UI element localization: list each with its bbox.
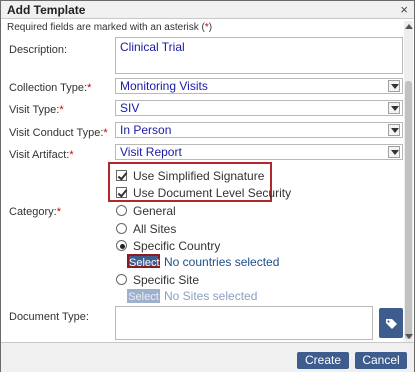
collection-type-select[interactable]: Monitoring Visits	[115, 78, 403, 94]
radio-icon[interactable]	[116, 223, 127, 234]
dialog-titlebar: Add Template ×	[1, 1, 414, 19]
countries-selected-text: No countries selected	[164, 255, 280, 269]
visit-conduct-type-label: Visit Conduct Type:*	[9, 127, 108, 139]
document-level-security-checkbox[interactable]: Use Document Level Security	[116, 186, 291, 200]
sites-selected-text: No Sites selected	[164, 289, 258, 303]
document-type-label: Document Type:	[9, 311, 89, 323]
create-button[interactable]: Create	[297, 352, 349, 369]
dialog-footer: Create Cancel	[1, 342, 414, 372]
chevron-down-icon[interactable]	[388, 102, 400, 114]
document-type-field[interactable]	[115, 306, 373, 340]
dialog-body: Required fields are marked with an aster…	[1, 20, 414, 342]
category-radio-all-sites[interactable]: All Sites	[116, 222, 176, 236]
tag-button[interactable]	[379, 308, 403, 338]
scroll-down-icon[interactable]	[405, 334, 413, 339]
visit-artifact-select[interactable]: Visit Report	[115, 144, 403, 160]
chevron-down-icon[interactable]	[388, 124, 400, 136]
chevron-down-icon[interactable]	[388, 80, 400, 92]
category-radio-specific-country[interactable]: Specific Country	[116, 239, 220, 253]
close-icon[interactable]: ×	[400, 2, 408, 17]
tag-icon	[386, 319, 397, 329]
chevron-down-icon[interactable]	[388, 146, 400, 158]
visit-type-select[interactable]: SIV	[115, 100, 403, 116]
add-template-dialog: Add Template × Required fields are marke…	[0, 0, 415, 372]
checkbox-checked-icon[interactable]	[116, 187, 127, 198]
radio-icon[interactable]	[116, 274, 127, 285]
radio-selected-icon[interactable]	[116, 240, 127, 251]
category-radio-general[interactable]: General	[116, 204, 176, 218]
simplified-signature-checkbox[interactable]: Use Simplified Signature	[116, 169, 264, 183]
checkbox-checked-icon[interactable]	[116, 170, 127, 181]
dialog-title: Add Template	[7, 3, 86, 17]
visit-conduct-type-select[interactable]: In Person	[115, 122, 403, 138]
scroll-thumb[interactable]	[405, 81, 412, 339]
description-label: Description:	[9, 44, 68, 56]
description-field[interactable]: Clinical Trial	[115, 37, 403, 74]
scroll-up-icon[interactable]	[405, 24, 413, 29]
category-label: Category:*	[9, 206, 61, 218]
visit-artifact-label: Visit Artifact:*	[9, 149, 74, 161]
cancel-button[interactable]: Cancel	[355, 352, 407, 369]
select-countries-button[interactable]: Select	[127, 254, 160, 269]
vertical-scrollbar[interactable]	[404, 21, 413, 342]
required-note: Required fields are marked with an aster…	[7, 22, 213, 33]
category-radio-specific-site[interactable]: Specific Site	[116, 273, 199, 287]
select-sites-button[interactable]: Select	[127, 289, 160, 303]
radio-icon[interactable]	[116, 205, 127, 216]
collection-type-label: Collection Type:*	[9, 82, 92, 94]
visit-type-label: Visit Type:*	[9, 104, 64, 116]
